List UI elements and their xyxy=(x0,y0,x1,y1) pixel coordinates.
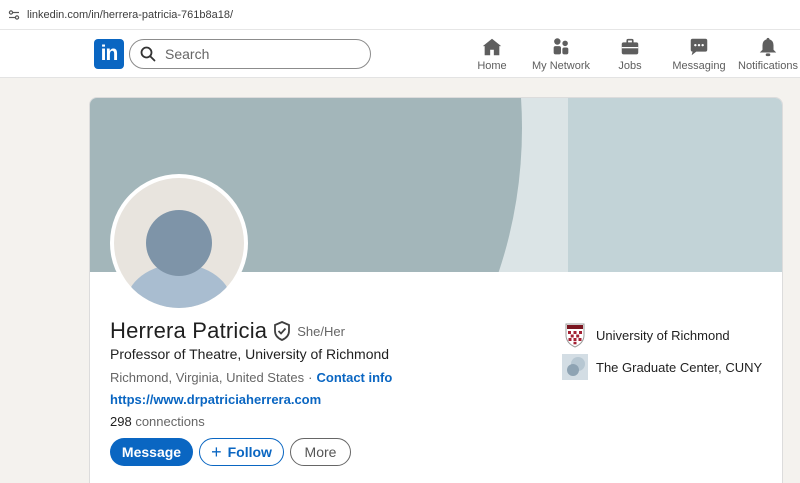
site-settings-icon[interactable] xyxy=(8,9,20,21)
messaging-icon xyxy=(690,38,708,56)
nav-notifications[interactable]: Notifications xyxy=(738,36,798,76)
education-item-cuny[interactable]: The Graduate Center, CUNY xyxy=(562,354,762,380)
search-icon xyxy=(140,46,156,62)
profile-pronouns: She/Her xyxy=(297,323,345,339)
profile-connections[interactable]: 298 connections xyxy=(110,414,205,429)
verified-shield-icon[interactable] xyxy=(273,321,291,341)
url-text[interactable]: linkedin.com/in/herrera-patricia-761b8a1… xyxy=(27,9,233,21)
more-button[interactable]: More xyxy=(290,438,351,466)
linkedin-logo[interactable]: in xyxy=(94,39,124,69)
nav-my-network-label: My Network xyxy=(531,60,591,72)
profile-avatar[interactable] xyxy=(110,174,248,312)
separator-dot: · xyxy=(308,370,313,385)
profile-headline: Professor of Theatre, University of Rich… xyxy=(110,346,390,362)
nav-home[interactable]: Home xyxy=(476,36,508,76)
browser-url-bar[interactable]: linkedin.com/in/herrera-patricia-761b8a1… xyxy=(0,0,800,30)
jobs-icon xyxy=(621,38,639,55)
connections-count: 298 xyxy=(110,414,132,429)
search-bar[interactable] xyxy=(129,39,371,69)
top-navigation: in Home My Network Jobs Messaging Notifi… xyxy=(0,30,800,78)
graduate-center-cuny-logo xyxy=(562,354,588,380)
connections-label: connections xyxy=(135,414,205,429)
profile-location-row: Richmond, Virginia, United States · Cont… xyxy=(110,370,392,385)
nav-messaging-label: Messaging xyxy=(672,60,726,72)
education-item-richmond[interactable]: University of Richmond xyxy=(562,322,730,348)
profile-name-row: Herrera Patricia She/Her xyxy=(110,318,345,344)
notifications-icon xyxy=(759,37,777,57)
education-name: The Graduate Center, CUNY xyxy=(596,359,763,375)
university-of-richmond-logo xyxy=(565,323,585,348)
plus-icon: + xyxy=(211,442,222,462)
follow-button[interactable]: + Follow xyxy=(199,438,284,466)
education-name: University of Richmond xyxy=(596,327,730,343)
profile-name: Herrera Patricia xyxy=(110,318,268,343)
nav-my-network[interactable]: My Network xyxy=(530,36,592,76)
nav-jobs-label: Jobs xyxy=(618,60,642,72)
search-input[interactable] xyxy=(165,46,355,62)
profile-location: Richmond, Virginia, United States xyxy=(110,370,305,385)
my-network-icon xyxy=(553,38,569,55)
profile-website-link[interactable]: https://www.drpatriciaherrera.com xyxy=(110,392,321,407)
nav-jobs[interactable]: Jobs xyxy=(614,36,646,76)
nav-home-label: Home xyxy=(477,60,507,72)
contact-info-link[interactable]: Contact info xyxy=(316,370,392,385)
home-icon xyxy=(482,38,502,56)
message-button[interactable]: Message xyxy=(110,438,193,466)
nav-notifications-label: Notifications xyxy=(738,60,798,72)
follow-button-label: Follow xyxy=(227,444,272,460)
nav-messaging[interactable]: Messaging xyxy=(672,36,726,76)
